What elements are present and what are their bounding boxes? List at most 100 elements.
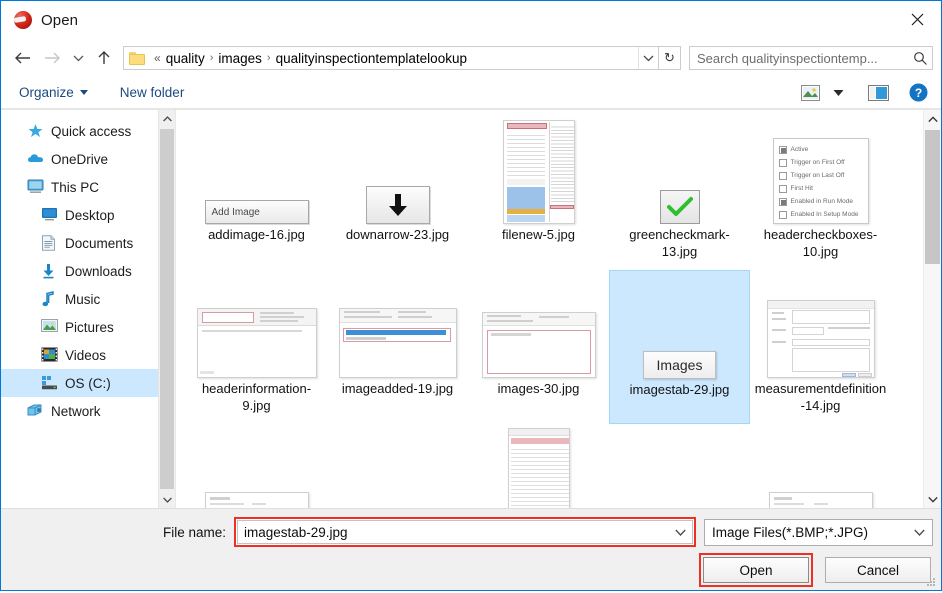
file-item[interactable]: Active Trigger on First Off Trigger on L…: [750, 116, 891, 270]
svg-text:?: ?: [914, 86, 921, 100]
file-type-chevron-down-icon[interactable]: [906, 529, 932, 536]
sidebar-item-downloads[interactable]: Downloads: [1, 257, 175, 285]
up-arrow-icon[interactable]: [89, 43, 119, 73]
sidebar-item-os-c[interactable]: OS (C:): [1, 369, 175, 397]
help-icon[interactable]: ?: [905, 81, 931, 105]
sidebar-item-label: Desktop: [65, 207, 115, 223]
thumbnail: Active Trigger on First Off Trigger on L…: [750, 120, 891, 226]
breadcrumb-chevron-down-icon[interactable]: [638, 47, 658, 69]
file-item[interactable]: greencheckmark-13.jpg: [609, 116, 750, 270]
open-file-dialog: Open « quality › images › qualityinspect: [0, 0, 942, 591]
sidebar-item-videos[interactable]: Videos: [1, 341, 175, 369]
window-title: Open: [41, 11, 79, 29]
checkbox-row: Active: [778, 143, 863, 156]
file-item[interactable]: [750, 424, 891, 508]
breadcrumb-item-qualityinspectiontemplatelookup[interactable]: qualityinspectiontemplatelookup: [275, 51, 468, 66]
preview-pane-icon[interactable]: [865, 81, 891, 105]
open-button[interactable]: Open: [703, 557, 809, 583]
file-name-label: imagestab-29.jpg: [629, 382, 730, 397]
sidebar-item-label: Network: [51, 403, 101, 419]
file-name-label-text: File name:: [162, 524, 226, 540]
file-item[interactable]: imageadded-19.jpg: [327, 270, 468, 424]
sidebar-item-this-pc[interactable]: This PC: [1, 173, 175, 201]
cloud-icon: [27, 151, 44, 167]
file-list-scroll-up-chevron-up-icon[interactable]: [924, 110, 941, 128]
file-name-input[interactable]: imagestab-29.jpg: [237, 520, 693, 544]
sidebar-item-documents[interactable]: Documents: [1, 229, 175, 257]
sidebar-item-quick-access[interactable]: Quick access: [1, 117, 175, 145]
forward-arrow-icon: [37, 43, 67, 73]
documents-icon: [41, 235, 58, 251]
refresh-icon[interactable]: ↻: [659, 46, 681, 70]
navigation-list: Quick access OneDrive This PC Desktop Do…: [1, 110, 175, 425]
title-bar: Open: [1, 1, 941, 39]
thumbnail: Add Image: [186, 120, 327, 226]
checkbox-icon: [778, 210, 787, 219]
sidebar-item-onedrive[interactable]: OneDrive: [1, 145, 175, 173]
file-item[interactable]: [327, 424, 468, 508]
cancel-button[interactable]: Cancel: [825, 557, 931, 583]
file-item[interactable]: filenew-5.jpg: [468, 116, 609, 270]
file-item[interactable]: [609, 424, 750, 508]
breadcrumb-item-quality[interactable]: quality: [165, 51, 206, 66]
thumbnail: [750, 274, 891, 380]
resize-grip-icon[interactable]: [925, 575, 937, 587]
search-icon: [908, 51, 932, 66]
file-item-selected[interactable]: Images imagestab-29.jpg: [609, 270, 750, 424]
view-chevron-down-icon[interactable]: [825, 81, 851, 105]
screenshot-thumb: [766, 300, 875, 378]
checkbox-icon: [778, 145, 787, 154]
thumbnail: [468, 428, 609, 508]
images-tab-thumb: Images: [642, 351, 717, 379]
checkbox-label: Active: [790, 146, 809, 153]
file-item[interactable]: measurementdefinition-14.jpg: [750, 270, 891, 424]
sidebar-scrollbar[interactable]: [158, 110, 175, 508]
checkbox-row: Enabled In Setup Mode: [778, 208, 863, 221]
file-item[interactable]: [468, 424, 609, 508]
file-list-scrollbar[interactable]: [923, 110, 941, 508]
breadcrumb-item-images[interactable]: images: [217, 51, 263, 66]
thumbnail: [327, 274, 468, 380]
new-folder-button[interactable]: New folder: [120, 85, 185, 100]
sidebar-scroll-down-chevron-down-icon[interactable]: [159, 491, 175, 508]
search-input[interactable]: Search qualityinspectiontemp...: [689, 46, 933, 70]
sidebar-item-pictures[interactable]: Pictures: [1, 313, 175, 341]
sidebar-item-label: Videos: [65, 347, 107, 363]
sidebar-scroll-up-chevron-up-icon[interactable]: [159, 110, 175, 127]
back-arrow-icon[interactable]: [7, 43, 37, 73]
file-list-scroll-down-chevron-down-icon[interactable]: [924, 490, 941, 508]
view-layout-icon[interactable]: [797, 81, 823, 105]
sidebar-item-network[interactable]: Network: [1, 397, 175, 425]
file-item[interactable]: downarrow-23.jpg: [327, 116, 468, 270]
sidebar-item-label: Documents: [65, 235, 134, 251]
file-list-scrollbar-thumb[interactable]: [925, 130, 940, 264]
file-type-value: Image Files(*.BMP;*.JPG): [712, 524, 869, 540]
file-item[interactable]: Add Image addimage-16.jpg: [186, 116, 327, 270]
star-icon: [27, 123, 44, 139]
music-icon: [41, 291, 58, 307]
checkbox-label: Enabled In Setup Mode: [790, 211, 859, 218]
thumbnail: [186, 274, 327, 380]
sidebar-item-label: Downloads: [65, 263, 132, 279]
screenshot-thumb: [481, 312, 596, 378]
recent-locations-chevron-down-icon[interactable]: [67, 43, 89, 73]
sidebar-item-desktop[interactable]: Desktop: [1, 201, 175, 229]
sidebar-scrollbar-thumb[interactable]: [160, 129, 174, 489]
breadcrumb[interactable]: « quality › images › qualityinspectionte…: [123, 46, 659, 70]
file-item[interactable]: [186, 424, 327, 508]
file-name-chevron-down-icon[interactable]: [668, 529, 692, 536]
add-image-button-thumb: Add Image: [204, 200, 309, 224]
close-icon[interactable]: [894, 1, 941, 37]
breadcrumb-leading-separator: «: [154, 51, 161, 65]
command-toolbar: Organize New folder ?: [1, 77, 941, 109]
checkbox-list-thumb: Active Trigger on First Off Trigger on L…: [772, 138, 869, 224]
file-item[interactable]: images-30.jpg: [468, 270, 609, 424]
thumbnail: [609, 120, 750, 226]
sidebar-item-music[interactable]: Music: [1, 285, 175, 313]
desktop-icon: [41, 207, 58, 223]
address-bar: « quality › images › qualityinspectionte…: [1, 39, 941, 77]
file-name-input-highlight: imagestab-29.jpg: [234, 517, 696, 547]
organize-button[interactable]: Organize: [19, 85, 88, 100]
file-item[interactable]: headerinformation-9.jpg: [186, 270, 327, 424]
file-type-select[interactable]: Image Files(*.BMP;*.JPG): [704, 518, 933, 546]
